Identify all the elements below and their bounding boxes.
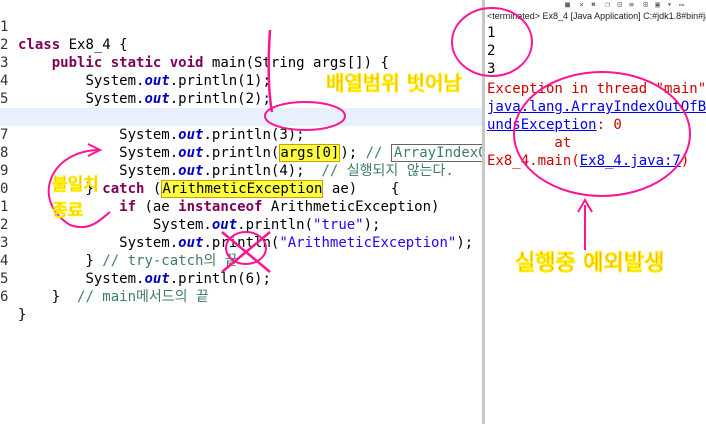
word-wrap-icon[interactable]: ≡ [627, 1, 636, 9]
code-line: 9 } catch (ArithmeticException ae) { [0, 144, 482, 198]
minimize-icon[interactable]: ▭ [677, 1, 686, 9]
code-line: 6 System.out.println(3); [0, 90, 482, 143]
code-line: 4 System.out.println(2); [0, 54, 482, 107]
line-number: 6 [0, 289, 9, 305]
source-location-link[interactable]: Ex8_4.java:7 [580, 153, 681, 169]
code-line: 5 } // main메서드의 끝 [0, 252, 482, 305]
code-line: 2 public static void main(String args[])… [0, 18, 482, 71]
remove-launch-icon[interactable]: ✕ [577, 1, 586, 9]
code-line: 5 try { [0, 72, 482, 125]
stack-at-line: at [487, 135, 580, 151]
code-line: 6 } [0, 270, 482, 323]
console-output-line: 3 [487, 61, 496, 77]
comment: // main메서드의 끝 [60, 289, 209, 305]
code-line-current: 7 System.out.println(args[0]); // ArrayI… [0, 108, 482, 162]
code-line: 1 System.out.println("true"); [0, 180, 482, 233]
open-console-icon[interactable]: ▾ [665, 1, 674, 9]
console-view[interactable]: ■ ✕ ✖ ❐ ⊟ ≡ ⊞ ▣ ▾ ▭ <terminated> Ex8_4 [… [485, 0, 706, 424]
code-line: 1 class Ex8_4 { [0, 0, 482, 53]
scroll-lock-icon[interactable]: ⊟ [615, 1, 624, 9]
exception-line: undsException: 0 [487, 116, 622, 134]
display-console-icon[interactable]: ▣ [653, 1, 662, 9]
pin-icon[interactable]: ⊞ [641, 1, 650, 9]
exception-class-link[interactable]: java.lang.ArrayIndexOutOfBo [487, 98, 706, 116]
exception-message: : 0 [596, 117, 622, 133]
code-line: 0 if (ae instanceof ArithmeticException) [0, 162, 482, 215]
exception-line: Exception in thread "main"( [487, 81, 706, 97]
code-line: 3 } // try-catch의 끝 [0, 216, 482, 269]
console-toolbar: ■ ✕ ✖ ❐ ⊟ ≡ ⊞ ▣ ▾ ▭ [485, 0, 706, 10]
stack-frame-line: Ex8_4.main(Ex8_4.java:7) [487, 152, 689, 170]
code-text: } [51, 289, 61, 305]
code-line: 4 System.out.println(6); [0, 234, 482, 287]
console-output-line: 1 [487, 25, 496, 41]
code-line: 2 System.out.println("ArithmeticExceptio… [0, 198, 482, 251]
code-text: } [18, 307, 27, 323]
exception-class-link[interactable]: undsException [487, 117, 597, 133]
stop-icon[interactable]: ■ [563, 1, 572, 9]
terminated-label: <terminated> Ex8_4 [Java Application] C:… [487, 11, 706, 21]
copy-icon[interactable]: ❐ [603, 1, 612, 9]
stack-frame-method: Ex8_4.main( [487, 153, 580, 169]
code-editor[interactable]: 1 class Ex8_4 { 2 public static void mai… [0, 0, 482, 424]
remove-all-icon[interactable]: ✖ [589, 1, 598, 9]
code-line: 3 System.out.println(1); [0, 36, 482, 89]
stack-frame-end: ) [680, 153, 690, 169]
code-line: 8 System.out.println(4); // 실행되지 않는다. [0, 126, 482, 179]
console-output-line: 2 [487, 43, 496, 59]
